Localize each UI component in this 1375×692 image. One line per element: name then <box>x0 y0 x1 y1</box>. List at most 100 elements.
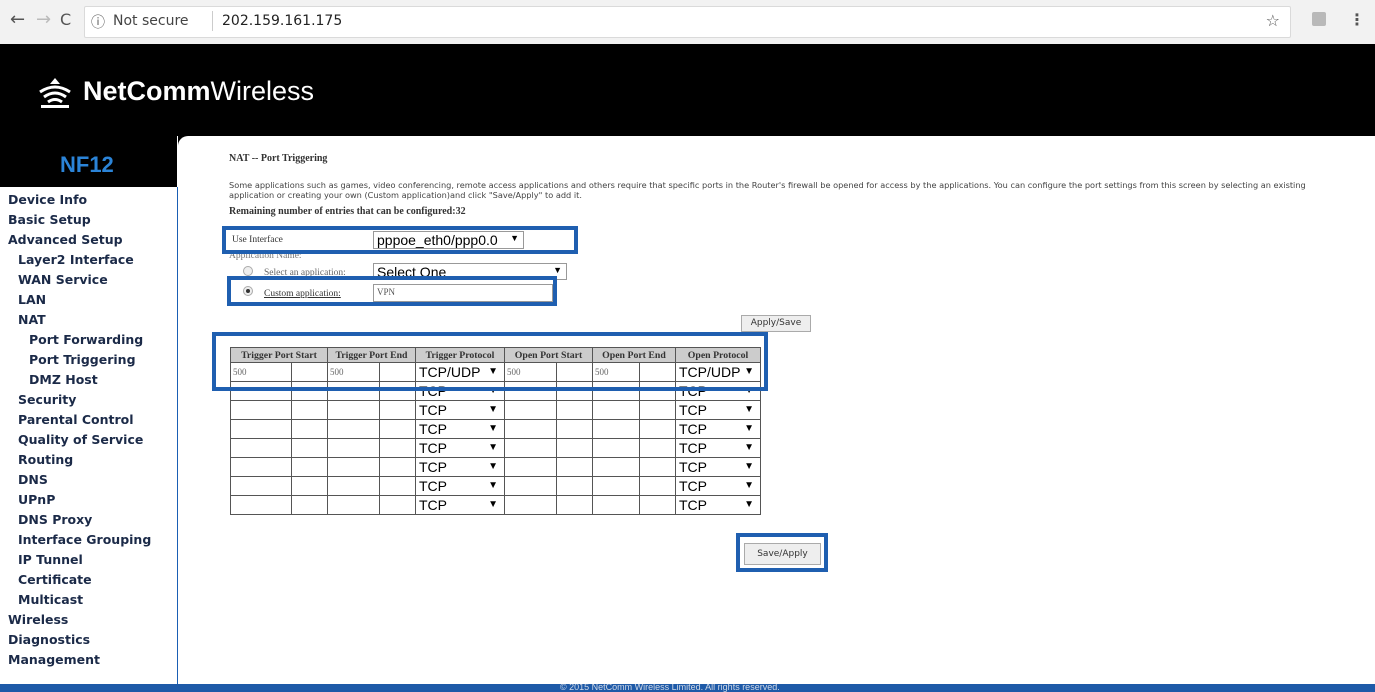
trigger-port-start-input[interactable] <box>230 381 328 401</box>
open-protocol-select-box[interactable]: TCP ▼ <box>676 439 760 457</box>
open-protocol-select[interactable]: TCP ▼ <box>675 457 761 477</box>
sidebar-item-interface-grouping[interactable]: Interface Grouping <box>18 532 151 547</box>
open-protocol-select-box[interactable]: TCP ▼ <box>676 382 760 400</box>
trigger-protocol-select-box[interactable]: TCP ▼ <box>416 477 504 495</box>
save-apply-button[interactable]: Save/Apply <box>744 543 821 565</box>
open-protocol-select[interactable]: TCP ▼ <box>675 419 761 439</box>
open-protocol-select-box[interactable]: TCP ▼ <box>676 401 760 419</box>
address-bar[interactable]: ⓘ Not secure 202.159.161.175 ☆ <box>84 6 1291 38</box>
sidebar-item-layer2-interface[interactable]: Layer2 Interface <box>18 252 134 267</box>
sidebar-item-basic-setup[interactable]: Basic Setup <box>8 212 91 227</box>
open-port-start-input[interactable] <box>504 381 593 401</box>
sidebar-item-multicast[interactable]: Multicast <box>18 592 83 607</box>
open-port-start-input[interactable] <box>504 476 593 496</box>
trigger-protocol-select-box[interactable]: TCP ▼ <box>416 496 504 514</box>
open-port-end-input[interactable] <box>592 438 676 458</box>
sidebar-item-management[interactable]: Management <box>8 652 100 667</box>
trigger-protocol-select-box[interactable]: TCP/UDP ▼ <box>416 363 504 381</box>
open-protocol-select-box[interactable]: TCP ▼ <box>676 496 760 514</box>
sidebar-item-routing[interactable]: Routing <box>18 452 73 467</box>
trigger-protocol-select-box[interactable]: TCP ▼ <box>416 382 504 400</box>
sidebar-item-wan-service[interactable]: WAN Service <box>18 272 108 287</box>
browser-menu-icon[interactable]: ⋮ <box>1349 10 1365 29</box>
sidebar-item-port-forwarding[interactable]: Port Forwarding <box>29 332 143 347</box>
trigger-protocol-select[interactable]: TCP ▼ <box>415 400 505 420</box>
open-protocol-select-box[interactable]: TCP ▼ <box>676 458 760 476</box>
open-port-end-input[interactable] <box>592 400 676 420</box>
open-port-end-input[interactable] <box>592 457 676 477</box>
trigger-port-end-input[interactable] <box>327 419 416 439</box>
trigger-port-end-input[interactable]: 500 <box>327 362 416 382</box>
back-icon[interactable]: ← <box>10 10 25 30</box>
open-port-start-input[interactable]: 500 <box>504 362 593 382</box>
trigger-protocol-select[interactable]: TCP/UDP ▼ <box>415 362 505 382</box>
sidebar-item-ip-tunnel[interactable]: IP Tunnel <box>18 552 83 567</box>
custom-app-input[interactable]: VPN <box>373 284 553 302</box>
open-port-end-input[interactable] <box>592 381 676 401</box>
trigger-port-end-input[interactable] <box>327 381 416 401</box>
open-protocol-select[interactable]: TCP/UDP ▼ <box>675 362 761 382</box>
trigger-protocol-select-box[interactable]: TCP ▼ <box>416 439 504 457</box>
url-text[interactable]: 202.159.161.175 <box>222 13 342 29</box>
trigger-protocol-select[interactable]: TCP ▼ <box>415 495 505 515</box>
trigger-port-end-input[interactable] <box>327 457 416 477</box>
trigger-port-end-input[interactable] <box>327 476 416 496</box>
application-select[interactable]: Select One ▼ <box>373 263 567 280</box>
trigger-port-start-input[interactable] <box>230 419 328 439</box>
sidebar-item-dns[interactable]: DNS <box>18 472 48 487</box>
sidebar-item-upnp[interactable]: UPnP <box>18 492 55 507</box>
open-protocol-select[interactable]: TCP ▼ <box>675 400 761 420</box>
trigger-port-start-input[interactable] <box>230 400 328 420</box>
open-protocol-select[interactable]: TCP ▼ <box>675 438 761 458</box>
trigger-protocol-select-box[interactable]: TCP ▼ <box>416 401 504 419</box>
open-port-end-input[interactable] <box>592 476 676 496</box>
open-protocol-select[interactable]: TCP ▼ <box>675 381 761 401</box>
custom-app-radio[interactable] <box>243 286 253 296</box>
sidebar-item-lan[interactable]: LAN <box>18 292 46 307</box>
open-protocol-select-box[interactable]: TCP/UDP ▼ <box>676 363 760 381</box>
trigger-port-start-input[interactable] <box>230 457 328 477</box>
info-icon[interactable]: ⓘ <box>91 12 105 32</box>
sidebar-item-port-triggering[interactable]: Port Triggering <box>29 352 136 367</box>
apply-save-button[interactable]: Apply/Save <box>741 315 811 332</box>
open-port-start-input[interactable] <box>504 438 593 458</box>
trigger-port-start-input[interactable] <box>230 495 328 515</box>
sidebar-item-parental-control[interactable]: Parental Control <box>18 412 134 427</box>
trigger-port-end-input[interactable] <box>327 400 416 420</box>
trigger-protocol-select[interactable]: TCP ▼ <box>415 476 505 496</box>
open-protocol-select[interactable]: TCP ▼ <box>675 495 761 515</box>
sidebar-item-quality-of-service[interactable]: Quality of Service <box>18 432 143 447</box>
sidebar-item-dns-proxy[interactable]: DNS Proxy <box>18 512 92 527</box>
sidebar-item-nat[interactable]: NAT <box>18 312 46 327</box>
open-protocol-select[interactable]: TCP ▼ <box>675 476 761 496</box>
trigger-protocol-select[interactable]: TCP ▼ <box>415 438 505 458</box>
open-port-end-input[interactable] <box>592 495 676 515</box>
trigger-protocol-select-box[interactable]: TCP ▼ <box>416 420 504 438</box>
open-port-start-input[interactable] <box>504 457 593 477</box>
bookmark-star-icon[interactable]: ☆ <box>1266 11 1280 30</box>
reload-icon[interactable]: C <box>60 10 71 30</box>
open-port-start-input[interactable] <box>504 400 593 420</box>
sidebar-item-dmz-host[interactable]: DMZ Host <box>29 372 98 387</box>
trigger-port-end-input[interactable] <box>327 438 416 458</box>
open-port-end-input[interactable]: 500 <box>592 362 676 382</box>
trigger-port-start-input[interactable]: 500 <box>230 362 328 382</box>
use-interface-select[interactable]: pppoe_eth0/ppp0.0 ▼ <box>373 231 524 249</box>
extension-icon[interactable] <box>1312 12 1326 26</box>
forward-icon[interactable]: → <box>36 10 51 30</box>
trigger-port-start-input[interactable] <box>230 438 328 458</box>
select-app-radio[interactable] <box>243 266 253 276</box>
sidebar-item-certificate[interactable]: Certificate <box>18 572 92 587</box>
sidebar-item-diagnostics[interactable]: Diagnostics <box>8 632 90 647</box>
trigger-protocol-select-box[interactable]: TCP ▼ <box>416 458 504 476</box>
trigger-protocol-select[interactable]: TCP ▼ <box>415 381 505 401</box>
trigger-port-end-input[interactable] <box>327 495 416 515</box>
trigger-protocol-select[interactable]: TCP ▼ <box>415 457 505 477</box>
open-protocol-select-box[interactable]: TCP ▼ <box>676 420 760 438</box>
open-port-end-input[interactable] <box>592 419 676 439</box>
open-protocol-select-box[interactable]: TCP ▼ <box>676 477 760 495</box>
sidebar-item-security[interactable]: Security <box>18 392 76 407</box>
sidebar-item-device-info[interactable]: Device Info <box>8 192 87 207</box>
sidebar-item-wireless[interactable]: Wireless <box>8 612 68 627</box>
trigger-port-start-input[interactable] <box>230 476 328 496</box>
